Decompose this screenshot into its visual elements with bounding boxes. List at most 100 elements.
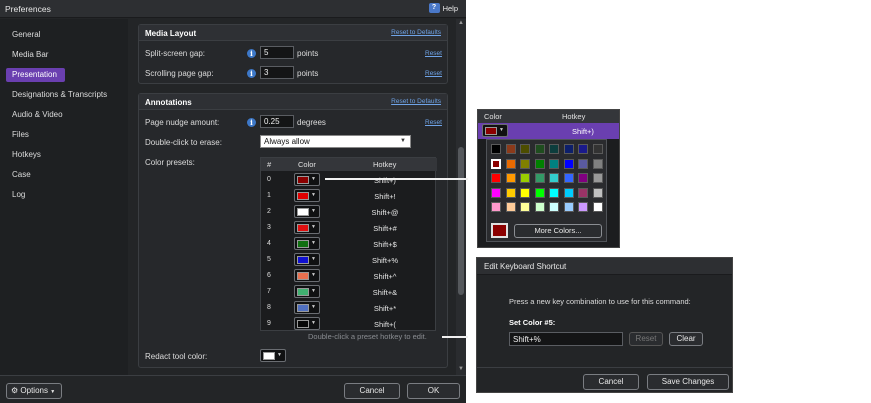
preset-hotkey[interactable]: Shift+! [333,192,437,201]
palette-color-swatch[interactable] [491,202,501,212]
palette-color-swatch[interactable] [505,144,516,154]
palette-color-swatch[interactable] [505,158,516,169]
preset-hotkey[interactable]: Shift+^ [333,272,437,281]
more-colors-button[interactable]: More Colors... [514,224,602,238]
sidebar-item-audio-video[interactable]: Audio & Video [6,108,118,122]
palette-color-swatch[interactable] [578,202,588,212]
info-icon[interactable]: i [247,118,256,127]
preset-color-button[interactable]: ▼ [294,205,320,218]
preset-hotkey[interactable]: Shift+# [333,224,437,233]
sidebar-item-designations-transcripts[interactable]: Designations & Transcripts [6,88,118,102]
page-nudge-reset-link[interactable]: Reset [425,119,442,126]
shortcut-cancel-button[interactable]: Cancel [583,374,639,390]
preset-color-button[interactable]: ▼ [294,237,320,250]
palette-color-swatch[interactable] [534,144,545,154]
table-row[interactable]: 2 ▼ Shift+@ [261,204,437,220]
palette-color-swatch[interactable] [578,144,588,154]
table-row[interactable]: 9 ▼ Shift+( [261,316,437,332]
table-row[interactable]: 7 ▼ Shift+& [261,284,437,300]
palette-color-swatch[interactable] [578,187,588,198]
table-row[interactable]: 6 ▼ Shift+^ [261,268,437,284]
media-layout-reset-defaults-link[interactable]: Reset to Defaults [391,29,441,36]
preset-hotkey[interactable]: Shift+& [333,288,437,297]
save-changes-button[interactable]: Save Changes [647,374,729,390]
palette-color-swatch[interactable] [549,144,559,154]
sidebar-item-case[interactable]: Case [6,168,118,182]
palette-color-swatch[interactable] [563,144,574,154]
preset-hotkey[interactable]: Shift+$ [333,240,437,249]
shortcut-clear-button[interactable]: Clear [669,332,703,346]
preset-color-button[interactable]: ▼ [294,317,320,330]
table-row[interactable]: 4 ▼ Shift+$ [261,236,437,252]
sidebar-item-hotkeys[interactable]: Hotkeys [6,148,118,162]
table-row[interactable]: 1 ▼ Shift+! [261,188,437,204]
palette-color-swatch[interactable] [520,158,530,169]
palette-color-swatch[interactable] [563,187,574,198]
shortcut-input[interactable] [509,332,623,346]
palette-color-swatch[interactable] [534,202,545,212]
annotations-reset-defaults-link[interactable]: Reset to Defaults [391,98,441,105]
palette-color-swatch[interactable] [578,158,588,169]
cancel-button[interactable]: Cancel [344,383,400,399]
palette-color-swatch[interactable] [491,187,501,198]
palette-color-swatch[interactable] [578,173,588,183]
redact-color-button[interactable]: ▼ [260,349,286,362]
sidebar-item-presentation[interactable]: Presentation [6,68,65,82]
palette-color-swatch[interactable] [534,187,545,198]
palette-color-swatch[interactable] [520,173,530,183]
preset-color-button[interactable]: ▼ [294,285,320,298]
sidebar-item-log[interactable]: Log [6,188,118,202]
preset-color-button[interactable]: ▼ [294,269,320,282]
table-row[interactable]: 5 ▼ Shift+% [261,252,437,268]
options-button[interactable]: ⚙ Options ▼ [6,383,62,399]
scrolling-page-gap-input[interactable] [260,66,294,79]
scroll-down-icon[interactable]: ▼ [458,366,464,372]
selected-color-button[interactable]: ▼ [482,124,508,137]
palette-color-swatch[interactable] [505,173,516,183]
scroll-up-icon[interactable]: ▲ [458,20,464,26]
palette-color-swatch[interactable] [563,202,574,212]
preset-hotkey[interactable]: Shift+@ [333,208,437,217]
palette-color-swatch[interactable] [563,173,574,183]
preset-color-button[interactable]: ▼ [294,301,320,314]
palette-color-swatch[interactable] [491,158,501,169]
table-row[interactable]: 0 ▼ Shift+) [261,172,437,188]
palette-color-swatch[interactable] [520,202,530,212]
preset-color-button[interactable]: ▼ [294,173,320,186]
double-click-erase-select[interactable]: Always allow ▼ [260,135,411,148]
preset-color-button[interactable]: ▼ [294,189,320,202]
help-button[interactable]: ? Help [428,3,458,13]
preset-hotkey[interactable]: Shift+( [333,320,437,329]
palette-color-swatch[interactable] [592,187,603,198]
palette-color-swatch[interactable] [563,158,574,169]
preset-color-button[interactable]: ▼ [294,221,320,234]
preset-hotkey[interactable]: Shift+% [333,256,437,265]
scroll-thumb[interactable] [458,147,464,295]
palette-color-swatch[interactable] [491,173,501,183]
preset-hotkey[interactable]: Shift+* [333,304,437,313]
page-nudge-input[interactable] [260,115,294,128]
info-icon[interactable]: i [247,69,256,78]
palette-color-swatch[interactable] [520,187,530,198]
shortcut-reset-button[interactable]: Reset [629,332,663,346]
palette-color-swatch[interactable] [592,173,603,183]
palette-color-swatch[interactable] [549,158,559,169]
palette-color-swatch[interactable] [549,202,559,212]
ok-button[interactable]: OK [407,383,460,399]
palette-color-swatch[interactable] [549,187,559,198]
split-screen-gap-reset-link[interactable]: Reset [425,50,442,57]
palette-color-swatch[interactable] [505,187,516,198]
sidebar-item-general[interactable]: General [6,28,118,42]
scrollbar[interactable]: ▲ ▼ [456,19,466,375]
scrolling-page-gap-reset-link[interactable]: Reset [425,70,442,77]
palette-color-swatch[interactable] [592,144,603,154]
sidebar-item-media-bar[interactable]: Media Bar [6,48,118,62]
palette-color-swatch[interactable] [534,158,545,169]
palette-color-swatch[interactable] [592,158,603,169]
palette-color-swatch[interactable] [491,144,501,154]
table-row[interactable]: 3 ▼ Shift+# [261,220,437,236]
info-icon[interactable]: i [247,49,256,58]
palette-color-swatch[interactable] [520,144,530,154]
palette-color-swatch[interactable] [549,173,559,183]
palette-color-swatch[interactable] [505,202,516,212]
